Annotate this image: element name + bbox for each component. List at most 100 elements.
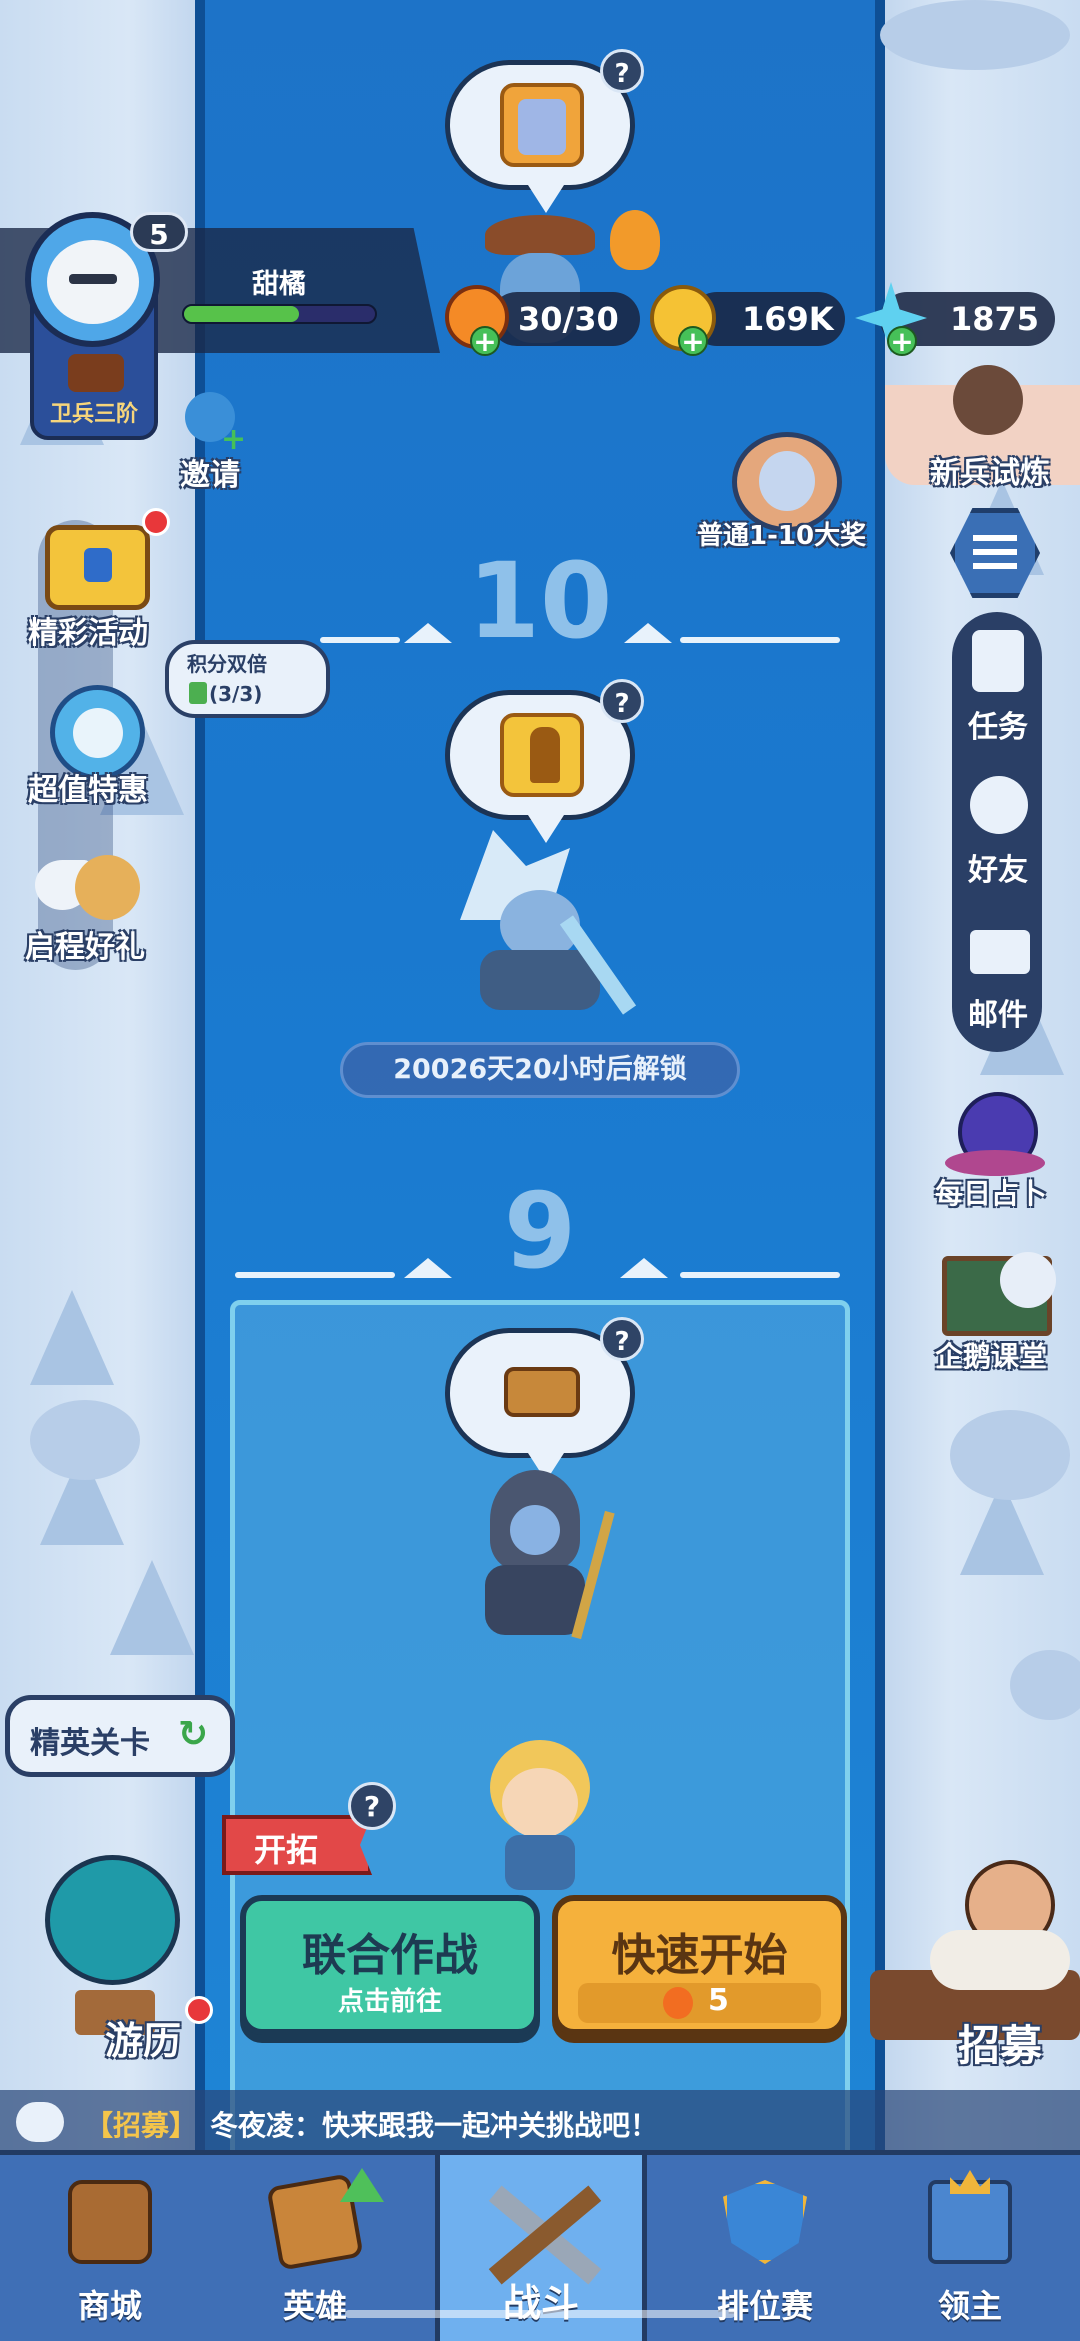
events-chest-icon[interactable]	[45, 525, 150, 610]
tasks-label[interactable]: 任务	[968, 702, 1028, 746]
hooded-mage-enemy-sprite[interactable]	[470, 1470, 620, 1640]
ticket-icon	[189, 682, 207, 704]
help-icon[interactable]: ?	[600, 49, 644, 93]
hero-face	[502, 1768, 578, 1838]
bubble-tail	[528, 185, 564, 213]
nav-shop-label: 商城	[77, 2287, 142, 2325]
travel-label: 游历	[105, 2019, 182, 2063]
nav-heroes-label: 英雄	[282, 2287, 347, 2325]
player-hero-sprite	[480, 1740, 600, 1890]
explore-tag[interactable]: 开拓	[222, 1815, 372, 1875]
boss-reward-label: 普通1-10大奖	[697, 521, 867, 551]
boss-armor	[480, 950, 600, 1010]
chat-bar[interactable]: 【招募】 冬夜凌：快来跟我一起冲关挑战吧！	[0, 2090, 1080, 2155]
shop-chest-icon	[68, 2180, 152, 2264]
trial-hero-portrait-icon	[953, 365, 1023, 435]
nav-battle-label: 战斗	[502, 2281, 579, 2325]
ice-queen-portrait-icon	[518, 99, 566, 155]
snow-mound	[1010, 1650, 1080, 1720]
energy-counter[interactable]: 30/30	[490, 292, 640, 346]
help-icon[interactable]: ?	[600, 679, 644, 723]
treasure-chest-reward-icon	[500, 1351, 584, 1435]
events-label: 精彩活动	[28, 616, 148, 651]
frost-giant-boss-sprite[interactable]	[450, 830, 670, 1015]
fur-collar	[930, 1930, 1070, 1990]
nav-tab-lord[interactable]: 领主	[870, 2150, 1070, 2341]
unlock-timer-label: 20026天20小时后解锁	[340, 1042, 740, 1098]
friends-label[interactable]: 好友	[968, 845, 1028, 889]
add-energy-button[interactable]: +	[470, 326, 500, 356]
double-points-title: 积分双倍	[187, 652, 267, 676]
nav-lord-label: 领主	[937, 2287, 1002, 2325]
avatar-eyes	[69, 274, 117, 284]
snowy-tree	[30, 1290, 114, 1385]
mage-robe	[485, 1565, 585, 1635]
torch-flame-icon	[610, 210, 660, 270]
snowy-tree	[110, 1560, 194, 1655]
hamburger-menu-icon	[973, 535, 1017, 569]
help-icon[interactable]: ?	[600, 1317, 644, 1361]
stage-divider-line	[320, 637, 400, 643]
key-shape	[530, 727, 560, 783]
gold-value: 169K	[742, 300, 834, 338]
add-gems-button[interactable]: +	[887, 326, 917, 356]
quick-start-cost: 5	[708, 1983, 729, 2018]
coop-battle-title: 联合作战	[302, 1930, 478, 1981]
divination-label[interactable]: 每日占卜	[935, 1172, 1047, 1212]
home-indicator	[345, 2310, 735, 2318]
events-notification-dot	[142, 508, 170, 536]
energy-flame-icon	[663, 1987, 693, 2019]
stage-11-reward-bubble[interactable]: ?	[445, 49, 644, 213]
quick-start-button[interactable]: 快速开始 5	[552, 1895, 847, 2035]
travel-notification-dot	[185, 1996, 213, 2024]
invite-label: 邀请	[180, 458, 240, 493]
hero-card-reward-icon	[500, 83, 584, 167]
stage-10-reward-bubble[interactable]: ?	[445, 679, 644, 843]
upgrade-arrow-icon	[340, 2168, 384, 2202]
quick-start-title: 快速开始	[611, 1930, 788, 1981]
newbie-trial-label: 新兵试炼	[930, 456, 1050, 491]
chat-channel: 【招募】	[85, 2109, 198, 2142]
chest-body	[504, 1367, 580, 1417]
stopwatch-face	[73, 708, 123, 758]
stage-number-9: 9	[503, 1170, 577, 1292]
invite-button[interactable]: +	[185, 388, 246, 457]
chat-bubble-icon[interactable]	[16, 2102, 64, 2142]
snow-mound	[30, 1400, 140, 1480]
hero-armor	[505, 1835, 575, 1890]
elite-stage-button[interactable]: 精英关卡 ↻	[5, 1695, 235, 1777]
nav-ranked-label: 排位赛	[716, 2287, 813, 2325]
coop-battle-subtitle: 点击前往	[337, 1987, 442, 2017]
stage-divider-marker	[624, 623, 672, 643]
friends-icon[interactable]	[970, 776, 1028, 834]
chicken-knight-icon	[75, 855, 140, 920]
stage-divider-marker	[620, 1258, 668, 1278]
add-gold-button[interactable]: +	[678, 326, 708, 356]
rank-emblem-icon	[68, 354, 124, 392]
gold-key-reward-icon	[500, 713, 584, 797]
quick-start-cost-strip	[578, 1983, 821, 2023]
chat-message: 冬夜凌：快来跟我一起冲关挑战吧！	[210, 2109, 659, 2142]
task-clipboard-icon[interactable]	[972, 630, 1024, 692]
stage-9-reward-bubble[interactable]: ?	[445, 1317, 644, 1481]
stage-divider-line	[680, 637, 840, 643]
ice-queen-boss-icon	[759, 451, 815, 511]
stage-divider-line	[235, 1272, 395, 1278]
penguin-teacher-icon	[1000, 1252, 1056, 1308]
snow-mound	[880, 0, 1070, 70]
double-points-tooltip[interactable]: 积分双倍 (3/3)	[165, 640, 330, 718]
player-level-badge: 5	[130, 212, 188, 252]
deals-label: 超值特惠	[28, 773, 148, 808]
mail-label[interactable]: 邮件	[968, 990, 1028, 1034]
chest-lock-icon	[84, 548, 112, 582]
explore-tag-label: 开拓	[254, 1831, 319, 1869]
journey-gift-button[interactable]	[35, 830, 145, 930]
coop-battle-button[interactable]: 联合作战 点击前往	[240, 1895, 540, 2035]
recruit-label: 招募	[958, 2021, 1043, 2070]
penguin-class-label[interactable]: 企鹅课堂	[935, 1335, 1047, 1375]
exp-bar	[182, 304, 377, 324]
explore-help-icon[interactable]: ?	[348, 1782, 396, 1830]
nav-tab-shop[interactable]: 商城	[10, 2150, 210, 2341]
stage-divider-line	[680, 1272, 840, 1278]
mail-envelope-icon[interactable]	[970, 930, 1030, 974]
